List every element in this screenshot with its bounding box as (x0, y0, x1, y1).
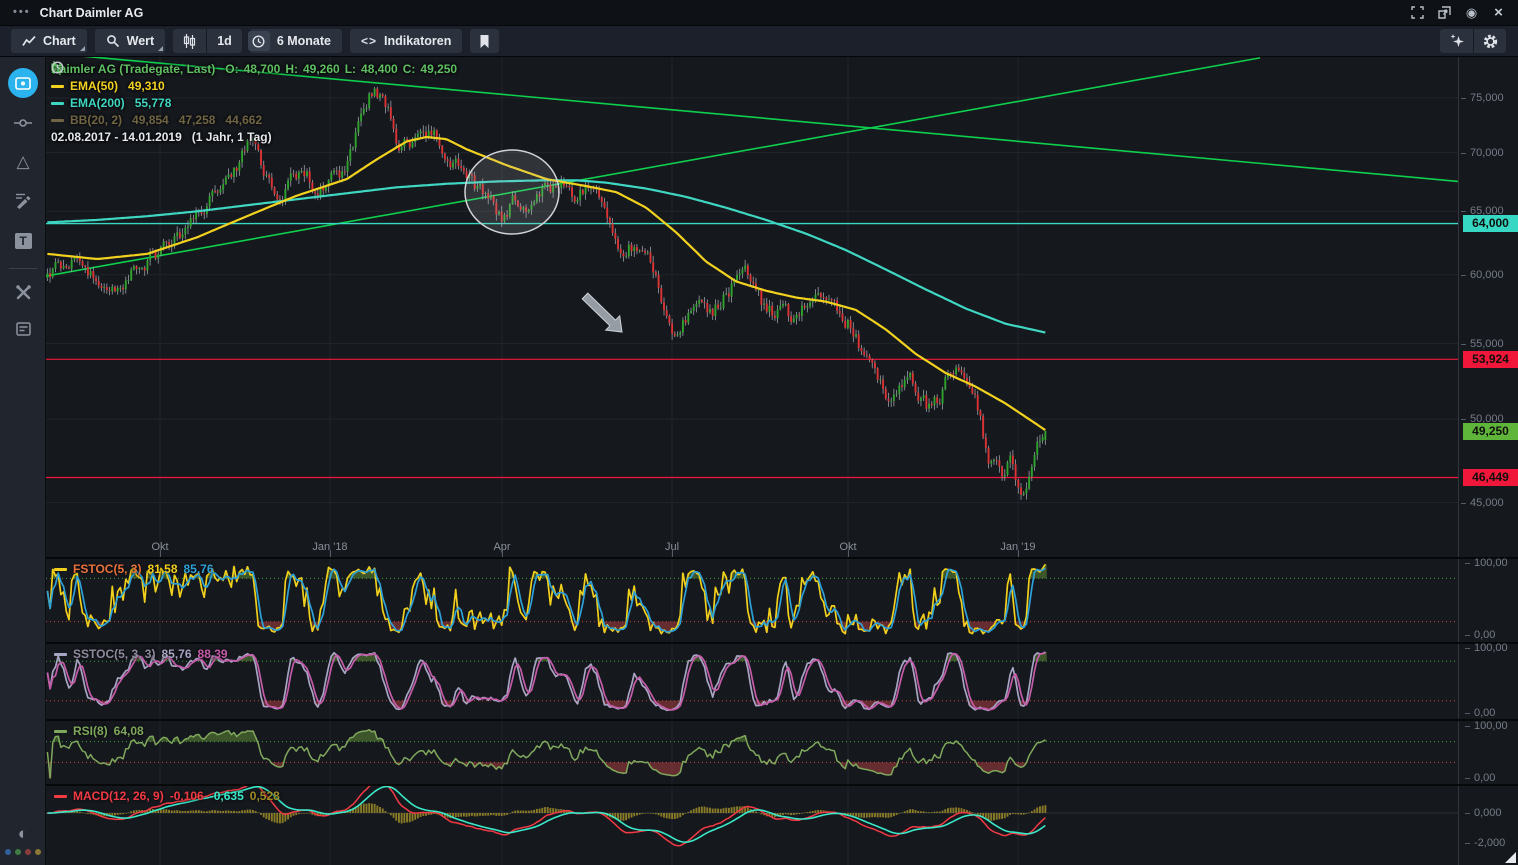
clock-icon (51, 61, 64, 74)
window-title: Chart Daimler AG (39, 5, 144, 20)
sparkles-icon (1450, 34, 1464, 47)
active-chart-tool-button[interactable] (8, 68, 38, 98)
price-tag: 49,250 (1463, 423, 1518, 440)
rsi-swatch (54, 729, 67, 733)
workspace-dot-green[interactable] (15, 849, 21, 855)
price-tag: 53,924 (1463, 351, 1518, 368)
bookmark-button[interactable] (470, 29, 500, 53)
macd-panel[interactable]: 0,000 -2,000 MACD(12, 26, 9) -0,106 -0,6… (46, 786, 1518, 865)
candle-style-button[interactable] (173, 29, 206, 53)
price-tick-label: 45,000 (1461, 497, 1504, 509)
resize-grip[interactable] (1505, 852, 1516, 863)
bollinger-legend-row[interactable]: BB(20, 2) 49,854 47,258 44,662 (51, 112, 457, 128)
rsi-legend[interactable]: RSI(8) 64,08 (54, 724, 144, 738)
bollinger-swatch (51, 118, 64, 122)
workspace-dot-red[interactable] (25, 849, 31, 855)
interval-button[interactable]: 1d (206, 29, 242, 53)
ohlc-values: O: 48,700 H: 49,260 L: 48,400 C: 49,250 (225, 62, 458, 76)
candlestick-icon (184, 33, 196, 49)
price-tick-label: 70,000 (1461, 147, 1504, 159)
macd-swatch (54, 794, 67, 798)
price-panel[interactable]: 75,000 70,000 65,000 60,000 55,000 50,000 45,0… (46, 57, 1518, 557)
fstoc-axis[interactable]: 100,00 0,00 (1458, 557, 1518, 642)
rsi-axis[interactable]: 100,00 0,00 (1458, 720, 1518, 784)
workspace-dot-blue[interactable] (5, 849, 11, 855)
symbol-name: Daimler AG (Tradegate, Last) (51, 62, 216, 76)
fstoc-canvas[interactable] (46, 559, 1458, 642)
arrow-annotation (581, 292, 623, 333)
indicators-button[interactable]: <> Indikatoren (350, 29, 463, 53)
layout-button[interactable] (0, 322, 46, 336)
toolbar-right-group (1440, 29, 1506, 53)
chart-legend: Daimler AG (Tradegate, Last) O: 48,700 H:… (51, 61, 457, 146)
line-chart-icon (22, 35, 36, 46)
text-tool-button[interactable]: T (0, 233, 46, 249)
symbol-legend-row[interactable]: Daimler AG (Tradegate, Last) O: 48,700 H:… (51, 61, 457, 77)
chart-area: 75,000 70,000 65,000 60,000 55,000 50,000 45,0… (46, 57, 1518, 865)
record-icon[interactable]: ◉ (1465, 6, 1478, 19)
search-icon (106, 35, 119, 48)
close-icon[interactable]: × (1492, 5, 1505, 20)
drawing-tools-sidebar: △ T ◐ (0, 57, 46, 865)
ema50-legend-row[interactable]: EMA(50) 49,310 (51, 78, 457, 94)
date-range-row: 02.08.2017 - 14.01.2019 (1 Jahr, 1 Tag) (51, 61, 457, 145)
period-button[interactable]: 6 Monate (247, 29, 342, 53)
trendline-tool-button[interactable] (0, 116, 46, 130)
ema200-legend-row[interactable]: EMA(200) 55,778 (51, 95, 457, 111)
price-tag: 64,000 (1463, 215, 1518, 232)
sstoc-legend[interactable]: SSTOC(5, 3, 3) 85,76 88,39 (54, 647, 228, 661)
instrument-search-button[interactable]: Wert (94, 29, 166, 53)
ema200-swatch (51, 101, 64, 105)
bookmark-icon (480, 34, 489, 48)
popout-icon[interactable] (1438, 6, 1451, 19)
sidebar-divider (9, 268, 37, 269)
fullscreen-icon[interactable] (1411, 6, 1424, 19)
gear-icon (1483, 34, 1497, 48)
workspace-dot-yellow[interactable] (35, 849, 41, 855)
sstoc-canvas[interactable] (46, 644, 1458, 719)
settings-button[interactable] (1473, 29, 1506, 53)
theme-toggle-button[interactable]: ◐ (0, 825, 46, 842)
ema50-swatch (51, 84, 64, 88)
price-tick-label: 55,000 (1461, 338, 1504, 350)
window-menu-icon[interactable]: ••• (13, 6, 31, 18)
tools-button[interactable] (0, 284, 46, 301)
sstoc-panel[interactable]: 100,00 0,00 SSTOC(5, 3, 3) 85,76 88,39 (46, 642, 1518, 719)
highlight-circle-annotation (464, 149, 560, 235)
wrench-icon (15, 285, 31, 300)
rsi-canvas[interactable] (46, 721, 1458, 784)
price-tick-label: 75,000 (1461, 92, 1504, 104)
sstoc-swatch (54, 652, 67, 656)
fstoc-swatch (54, 567, 67, 571)
price-axis[interactable]: 75,000 70,000 65,000 60,000 55,000 50,000 45,0… (1458, 57, 1518, 557)
rsi-panel[interactable]: 100,00 0,00 RSI(8) 64,08 (46, 720, 1518, 784)
chart-type-button[interactable]: Chart (11, 29, 87, 53)
interval-group: 1d (173, 29, 242, 53)
sstoc-axis[interactable]: 100,00 0,00 (1458, 642, 1518, 719)
text-tool-icon: T (14, 233, 32, 249)
price-tag-icon (15, 76, 31, 90)
panel-list-icon (15, 322, 31, 336)
fstoc-panel[interactable]: 100,00 0,00 FSTOC(5, 3) 81,58 85,76 (46, 557, 1518, 642)
code-icon: <> (361, 34, 378, 48)
shapes-tool-button[interactable]: △ (0, 153, 46, 170)
magic-tools-button[interactable] (1440, 29, 1473, 53)
chart-toolbar: Chart Wert 1d 6 Monate <> Indikatoren (0, 26, 1518, 57)
macd-legend[interactable]: MACD(12, 26, 9) -0,106 -0,635 0,528 (54, 789, 280, 803)
price-tag: 46,449 (1463, 469, 1518, 486)
fstoc-legend[interactable]: FSTOC(5, 3) 81,58 85,76 (54, 562, 214, 576)
window-titlebar: ••• Chart Daimler AG ◉ × (0, 0, 1518, 26)
chart-application-window: ••• Chart Daimler AG ◉ × Chart Wert 1d 6… (0, 0, 1518, 865)
clock-icon (247, 31, 270, 51)
annotation-tool-button[interactable] (0, 193, 46, 209)
price-tick-label: 60,000 (1461, 269, 1504, 281)
